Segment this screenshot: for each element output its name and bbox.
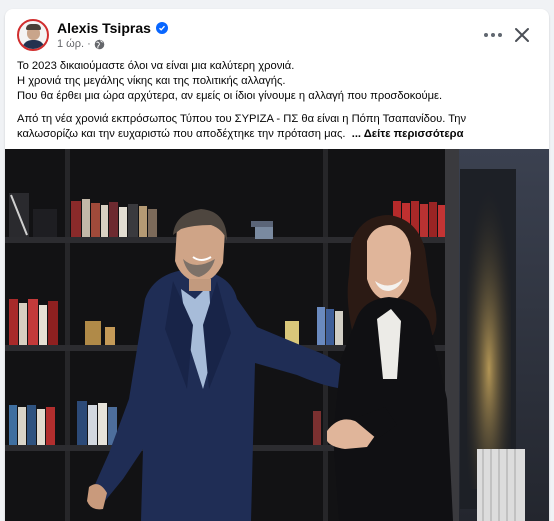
post-text-line-last: καλωσορίζω και την ευχαριστώ που αποδέχτ… <box>17 128 464 140</box>
author-avatar[interactable] <box>17 19 49 51</box>
post-time[interactable]: 1 ώρ. · <box>57 38 91 50</box>
globe-icon <box>94 39 105 50</box>
post-photo[interactable] <box>5 149 549 521</box>
post-text: Το 2023 δικαιούμαστε όλοι να είναι μια κ… <box>17 59 537 142</box>
post-text-line: Που θα έρθει μια ώρα αρχύτερα, αν εμείς … <box>17 90 443 102</box>
post-text-line: Από τη νέα χρονιά εκπρόσωπος Τύπου του Σ… <box>17 113 467 125</box>
post-text-line: Η χρονιά της μεγάλης νίκης και της πολιτ… <box>17 75 286 87</box>
post-text-line: Το 2023 δικαιούμαστε όλοι να είναι μια κ… <box>17 60 295 72</box>
author-name-row: Alexis Tsipras <box>57 20 168 36</box>
post-header: Alexis Tsipras 1 ώρ. · <box>5 9 549 57</box>
more-options-icon[interactable] <box>483 25 503 45</box>
post-meta: 1 ώρ. · <box>57 38 105 50</box>
author-name[interactable]: Alexis Tsipras <box>57 20 151 36</box>
close-icon[interactable] <box>511 24 533 46</box>
verified-badge-icon <box>155 22 168 34</box>
facebook-post: Alexis Tsipras 1 ώρ. · Το 2023 δικαιούμα… <box>5 9 549 521</box>
see-more-link[interactable]: ... Δείτε περισσότερα <box>352 128 464 140</box>
